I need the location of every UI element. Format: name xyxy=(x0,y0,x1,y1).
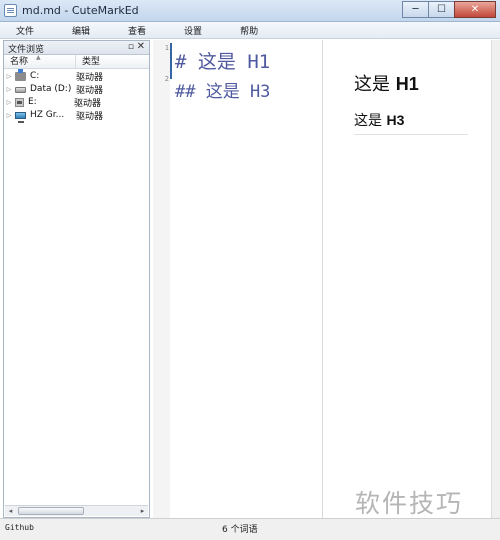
file-browser-titlebar: 文件浏览 ▫ ✕ xyxy=(4,41,149,55)
column-name-header[interactable]: ▲ 名称 xyxy=(4,54,76,68)
status-bar: Github 6 个词语 xyxy=(0,518,500,540)
dock-close-icon[interactable]: ✕ xyxy=(137,41,145,52)
word-count: 6 个词语 xyxy=(222,525,258,535)
preview-h1-label: H1 xyxy=(395,74,419,94)
tree-row[interactable]: ▷ HZ Gr... 驱动器 xyxy=(4,109,149,123)
preview-h3-text: 这是 xyxy=(354,113,387,129)
editor-line[interactable]: ## 这是 H3 xyxy=(175,77,270,102)
column-type-label: 类型 xyxy=(82,57,101,67)
window-title: md.md - CuteMarkEd xyxy=(22,4,139,17)
menu-bar: 文件 编辑 查看 设置 帮助 xyxy=(0,22,500,39)
preview-h1-text: 这是 xyxy=(354,74,396,95)
system-drive-icon xyxy=(15,68,26,81)
hard-drive-icon xyxy=(15,87,26,93)
expand-arrow-icon[interactable]: ▷ xyxy=(4,86,14,93)
preview-heading-h1: 这是 H1 xyxy=(354,70,419,96)
drive-name: E: xyxy=(28,97,37,107)
menu-help[interactable]: 帮助 xyxy=(234,24,264,37)
html-preview: 这是 H1 这是 H3 xyxy=(324,40,491,518)
menu-file[interactable]: 文件 xyxy=(10,24,40,37)
column-name-label: 名称 xyxy=(10,57,29,67)
line-number-gutter: 1 2 xyxy=(153,40,170,518)
line-number: 1 xyxy=(164,44,169,52)
column-type-header[interactable]: 类型 xyxy=(76,55,100,68)
current-line-marker xyxy=(170,43,172,79)
preview-heading-h3: 这是 H3 xyxy=(354,110,468,135)
preview-h3-label: H3 xyxy=(386,112,405,128)
network-drive-icon xyxy=(15,111,26,123)
tree-row[interactable]: ▷ C: 驱动器 xyxy=(4,68,149,83)
drive-type: 驱动器 xyxy=(74,98,102,109)
menu-view[interactable]: 查看 xyxy=(122,24,152,37)
drive-type: 驱动器 xyxy=(76,111,104,122)
expand-arrow-icon[interactable]: ▷ xyxy=(4,73,14,80)
minimize-icon: ─ xyxy=(412,4,419,15)
scroll-left-icon[interactable]: ◂ xyxy=(5,506,16,517)
drive-type: 驱动器 xyxy=(76,72,104,83)
horizontal-scrollbar[interactable]: ◂ ▸ xyxy=(5,505,148,516)
minimize-button[interactable]: ─ xyxy=(402,1,428,18)
maximize-icon: ☐ xyxy=(437,4,446,15)
tree-row[interactable]: ▷ Data (D:) 驱动器 xyxy=(4,83,149,96)
window-controls: ─ ☐ ✕ xyxy=(402,1,496,18)
drive-type: 驱动器 xyxy=(76,85,104,96)
watermark-text: 软件技巧 xyxy=(355,489,464,518)
scroll-right-icon[interactable]: ▸ xyxy=(137,506,148,517)
tree-row[interactable]: ▷ E: 驱动器 xyxy=(4,96,149,109)
menu-settings[interactable]: 设置 xyxy=(178,24,208,37)
tree-header: ▲ 名称 类型 xyxy=(4,54,149,69)
sort-caret-icon: ▲ xyxy=(36,54,41,61)
scroll-thumb[interactable] xyxy=(18,507,84,515)
status-style: Github xyxy=(5,523,34,532)
maximize-button[interactable]: ☐ xyxy=(428,1,454,18)
dock-float-icon[interactable]: ▫ xyxy=(128,42,134,52)
vertical-scrollbar[interactable] xyxy=(491,40,500,518)
drive-name: Data (D:) xyxy=(30,84,72,94)
file-browser-panel: 文件浏览 ▫ ✕ ▲ 名称 类型 ▷ C: 驱动器 ▷ Data (D:) 驱动… xyxy=(3,40,150,518)
drive-name: HZ Gr... xyxy=(30,110,65,120)
expand-arrow-icon[interactable]: ▷ xyxy=(4,112,14,119)
markdown-editor[interactable]: 1 2 # 这是 H1 ## 这是 H3 xyxy=(153,40,323,518)
editor-line[interactable]: # 这是 H1 xyxy=(175,47,270,74)
line-number: 2 xyxy=(164,75,169,83)
close-icon: ✕ xyxy=(470,4,480,15)
menu-edit[interactable]: 编辑 xyxy=(66,24,96,37)
expand-arrow-icon[interactable]: ▷ xyxy=(4,99,14,106)
close-button[interactable]: ✕ xyxy=(454,1,496,18)
removable-drive-icon xyxy=(15,97,24,107)
title-bar: md.md - CuteMarkEd ─ ☐ ✕ xyxy=(0,0,500,22)
drive-name: C: xyxy=(30,71,40,81)
app-icon xyxy=(4,4,17,17)
